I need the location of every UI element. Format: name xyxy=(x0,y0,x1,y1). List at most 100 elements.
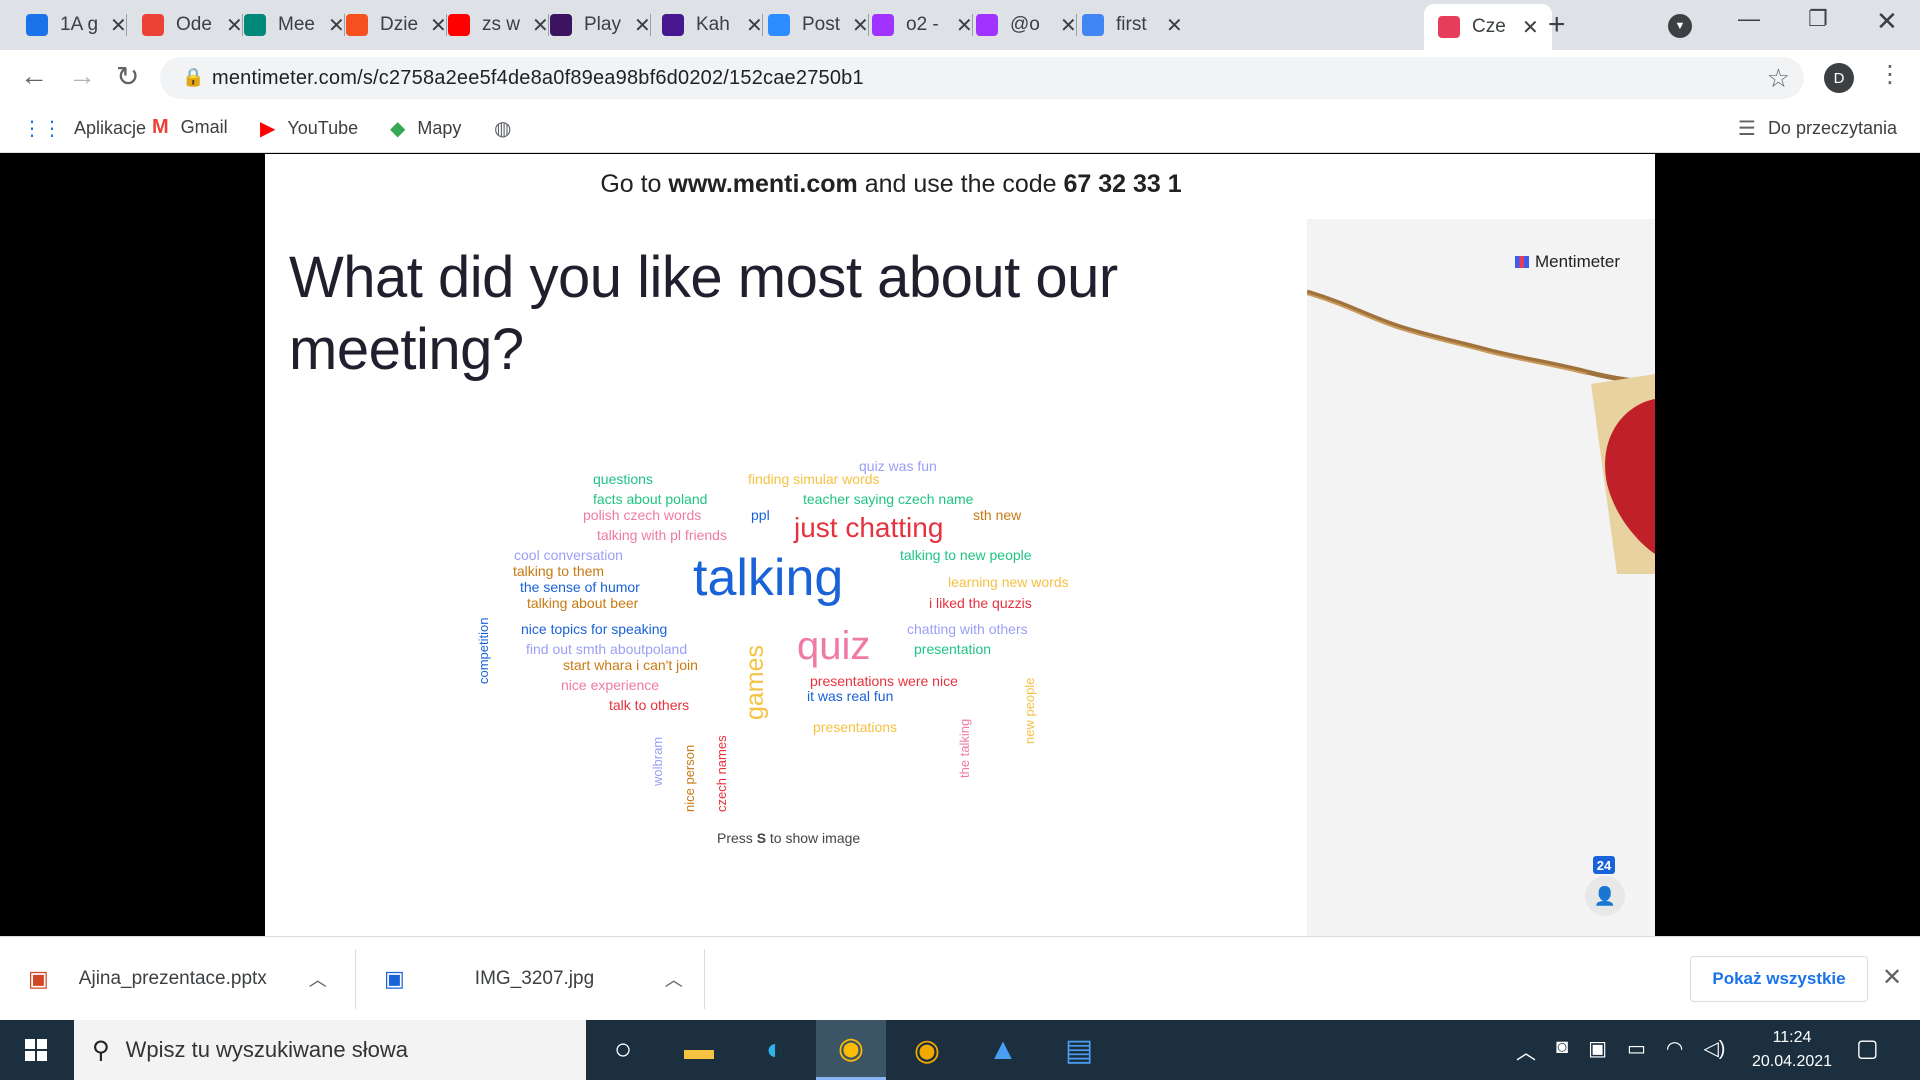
tab-11[interactable]: Cze ✕ xyxy=(1424,4,1552,50)
wordcloud-word: games xyxy=(741,644,769,720)
download-filename: IMG_3207.jpg xyxy=(474,968,595,989)
tab-strip: 1A g ✕ Ode ✕ Mee ✕ Dzie ✕ zs w ✕ Play ✕ Kah ✕ Post ✕ o2 … xyxy=(0,0,1920,50)
wordcloud-word: competition xyxy=(476,617,491,684)
taskbar-clock[interactable]: 11:24 20.04.2021 xyxy=(1740,1026,1844,1074)
taskbar-search[interactable]: ⚲ Wpisz tu wyszukiwane słowa xyxy=(74,1020,586,1080)
start-button[interactable] xyxy=(0,1020,72,1080)
tab-title: first xyxy=(1116,14,1147,35)
pptx-file-icon: ▣ xyxy=(28,966,49,991)
reading-list[interactable]: ☰ Do przeczytania xyxy=(1738,116,1897,141)
url-text[interactable]: mentimeter.com/s/c2758a2ee5f4de8a0f89ea9… xyxy=(212,67,864,90)
bookmark-mapy[interactable]: ◆ Mapy xyxy=(390,116,461,141)
wifi-icon[interactable]: ◠ xyxy=(1666,1036,1683,1065)
tab-close-icon[interactable]: ✕ xyxy=(1166,13,1183,38)
tab-10[interactable]: first ✕ xyxy=(1068,8,1183,42)
chevron-up-icon[interactable]: ︿ xyxy=(665,966,683,992)
restore-icon[interactable]: ❐ xyxy=(1808,6,1828,32)
chrome-canary-icon[interactable]: ◉ xyxy=(892,1020,962,1080)
bookmarks-bar: ⋮⋮ Aplikacje M Gmail ▶ YouTube ◆ Mapy ◍ … xyxy=(0,106,1920,153)
join-code: 67 32 33 1 xyxy=(1063,170,1182,198)
windows-taskbar: ⚲ Wpisz tu wyszukiwane słowa ○ ▬ ◐ ◉ ◉ ▲… xyxy=(0,1020,1920,1080)
wordcloud-word: find out smth aboutpoland xyxy=(526,641,688,657)
bookmark-youtube[interactable]: ▶ YouTube xyxy=(260,116,358,141)
photos-icon[interactable]: ▲ xyxy=(968,1020,1038,1080)
reload-icon[interactable]: ↻ xyxy=(116,60,139,93)
wordcloud-word: chatting with others xyxy=(907,621,1028,637)
tab-title: @o xyxy=(1010,14,1040,35)
tab-0[interactable]: 1A g ✕ xyxy=(12,8,127,42)
tab-7[interactable]: Post ✕ xyxy=(754,8,869,42)
bookmark-aplikacje[interactable]: ⋮⋮ Aplikacje xyxy=(22,116,146,141)
tab-title: Post xyxy=(802,14,841,35)
tab-title: Kah xyxy=(696,14,730,35)
plus-app-icon xyxy=(346,14,368,36)
close-window-icon[interactable]: ✕ xyxy=(1876,6,1898,37)
system-tray: ︿ ◙ ▣ ▭ ◠ ◁) xyxy=(1516,1036,1725,1065)
wordcloud-word: quiz xyxy=(797,624,871,668)
profile-avatar[interactable]: D xyxy=(1824,63,1854,93)
download-item[interactable]: ▣ IMG_3207.jpg ︿ xyxy=(356,937,683,1021)
camera-icon[interactable]: ◙ xyxy=(1556,1036,1568,1065)
forward-icon[interactable]: → xyxy=(68,60,96,92)
download-item[interactable]: ▣ Ajina_prezentace.pptx ︿ xyxy=(0,937,327,1021)
wordcloud-word: nice topics for speaking xyxy=(521,621,668,637)
cortana-icon[interactable]: ○ xyxy=(588,1020,658,1080)
chevron-up-icon[interactable]: ︿ xyxy=(1516,1036,1536,1065)
wordcloud-word: the talking xyxy=(957,718,972,778)
tab-title: Ode xyxy=(176,14,212,35)
tab-close-icon[interactable]: ✕ xyxy=(1522,15,1539,40)
participants-indicator[interactable]: 24 👤 xyxy=(1585,856,1633,916)
tab-search-icon[interactable]: ▼ xyxy=(1668,14,1692,38)
address-bar[interactable]: 🔒 mentimeter.com/s/c2758a2ee5f4de8a0f89e… xyxy=(160,57,1804,99)
twine-heart-image xyxy=(1307,219,1655,574)
tab-close-icon[interactable]: ✕ xyxy=(110,13,127,38)
youtube-icon xyxy=(448,14,470,36)
reading-list-icon: ☰ xyxy=(1738,118,1756,140)
battery-icon[interactable]: ▭ xyxy=(1627,1036,1646,1065)
notifications-icon[interactable]: ▢ xyxy=(1856,1034,1879,1063)
kahoot-icon xyxy=(662,14,684,36)
chrome-icon[interactable]: ◉ xyxy=(816,1020,886,1080)
tab-8[interactable]: o2 - ✕ xyxy=(858,8,973,42)
chevron-up-icon[interactable]: ︿ xyxy=(309,966,327,992)
tab-6[interactable]: Kah ✕ xyxy=(648,8,763,42)
tab-3[interactable]: Dzie ✕ xyxy=(332,8,447,42)
minimize-icon[interactable]: — xyxy=(1738,6,1760,32)
wordcloud-word: questions xyxy=(593,471,653,487)
bookmark-gmail[interactable]: M Gmail xyxy=(152,116,228,139)
youtube-icon: ▶ xyxy=(260,118,276,140)
screen-icon[interactable]: ▣ xyxy=(1588,1036,1607,1065)
lock-icon: 🔒 xyxy=(182,67,205,87)
hint-pre: Press xyxy=(717,830,757,846)
wordcloud-word: talking to new people xyxy=(900,547,1032,563)
bookmark-label: Mapy xyxy=(417,118,462,138)
tab-4[interactable]: zs w ✕ xyxy=(434,8,549,42)
messenger-icon xyxy=(872,14,894,36)
back-icon[interactable]: ← xyxy=(20,60,48,92)
bookmark-star-icon[interactable]: ☆ xyxy=(1767,63,1790,94)
download-bar: ▣ Ajina_prezentace.pptx ︿ ▣ IMG_3207.jpg… xyxy=(0,936,1920,1020)
notepad-icon[interactable]: ▤ xyxy=(1044,1020,1114,1080)
clock-time: 11:24 xyxy=(1772,1029,1812,1046)
wordcloud-word: learning new words xyxy=(948,574,1069,590)
download-separator xyxy=(704,949,705,1009)
bookmark-label: Aplikacje xyxy=(74,118,147,138)
tab-5[interactable]: Play ✕ xyxy=(536,8,651,42)
contacts-icon xyxy=(26,14,48,36)
new-tab-button[interactable]: + xyxy=(1548,8,1566,42)
edge-icon[interactable]: ◐ xyxy=(740,1020,810,1080)
gmail-icon xyxy=(142,14,164,36)
search-placeholder: Wpisz tu wyszukiwane słowa xyxy=(125,1037,409,1062)
bookmark-globe[interactable]: ◍ xyxy=(494,116,523,141)
wordcloud-word: wolbram xyxy=(650,736,665,786)
volume-icon[interactable]: ◁) xyxy=(1703,1036,1725,1065)
join-instructions: Go to www.menti.com and use the code 67 … xyxy=(265,170,1307,199)
tab-9[interactable]: @o ✕ xyxy=(962,8,1077,42)
file-explorer-icon[interactable]: ▬ xyxy=(664,1020,734,1080)
tab-2[interactable]: Mee ✕ xyxy=(230,8,345,42)
tab-1[interactable]: Ode ✕ xyxy=(128,8,243,42)
wordcloud-word: new people xyxy=(1022,677,1037,745)
show-all-button[interactable]: Pokaż wszystkie xyxy=(1690,956,1868,1002)
close-downloads-icon[interactable]: ✕ xyxy=(1882,963,1902,992)
menu-kebab-icon[interactable]: ⋮ xyxy=(1878,60,1902,89)
